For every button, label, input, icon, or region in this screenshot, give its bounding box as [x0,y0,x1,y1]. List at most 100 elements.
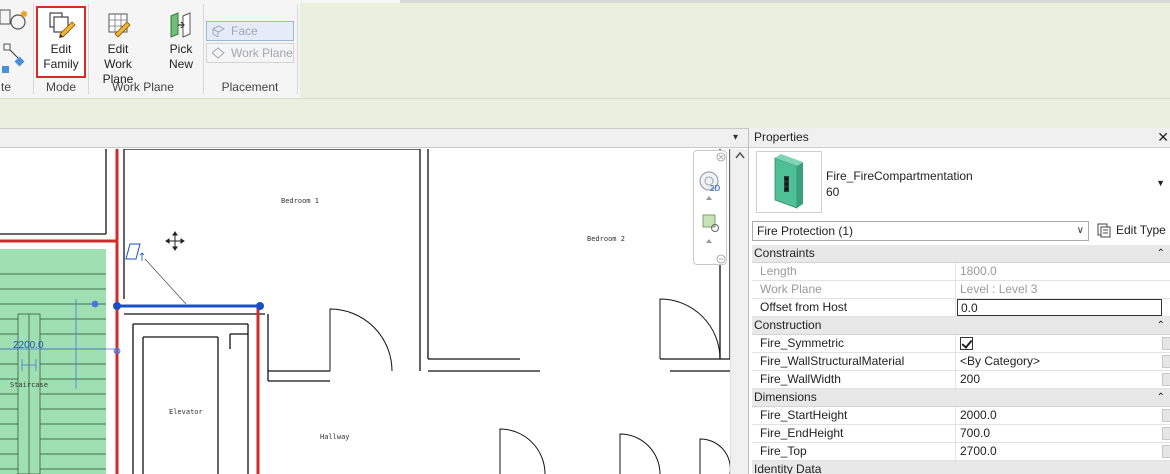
edit-work-plane-button[interactable]: Edit Work Plane [88,6,148,86]
type-selector[interactable]: Fire_FireCompartmentation 60 ▼ [752,150,1170,216]
property-name: Work Plane [752,281,956,298]
panel-label-create: te [0,80,11,94]
group-label: Constraints [754,246,815,260]
room-label-bedroom-1: Bedroom 1 [281,197,319,205]
vertical-scrollbar[interactable] [730,149,748,474]
parameter-association-button[interactable] [1162,427,1170,440]
parameter-association-button[interactable] [1162,445,1170,458]
property-value[interactable]: 200 [957,371,1162,388]
ribbon-options-bar [0,98,1170,128]
placement-face-option[interactable]: Face [206,21,294,41]
move-cursor-icon [165,231,185,251]
offset-from-host-input[interactable]: 0.0 [957,299,1162,316]
property-row-offset-from-host[interactable]: Offset from Host 0.0 [752,299,1170,317]
edit-family-icon [49,12,76,38]
group-label: Identity Data [754,462,822,474]
property-name: Offset from Host [752,299,956,316]
property-row-end-height[interactable]: Fire_EndHeight 700.0 [752,425,1170,443]
instance-filter-dropdown[interactable]: Fire Protection (1) ∨ [752,221,1089,241]
scroll-up-arrow-icon[interactable] [735,151,745,159]
navigation-bar-tools [699,152,726,264]
group-header-constraints[interactable]: Constraints ⌃ [752,245,1170,263]
type-name: 60 [826,185,840,199]
property-row-top[interactable]: Fire_Top 2700.0 [752,443,1170,461]
modify-tools-icon[interactable] [0,6,30,76]
placement-face-label: Face [231,24,258,38]
property-value: Level : Level 3 [960,282,1038,296]
edit-family-label-1: Edit [50,42,72,56]
property-value: 1800.0 [960,264,997,278]
property-name: Fire_Top [752,443,956,460]
view-menu-arrow[interactable]: ▾ [733,132,738,143]
parameter-association-button[interactable] [1162,409,1170,422]
property-name: Fire_WallStructuralMaterial [752,353,956,370]
group-label: Construction [754,318,822,332]
group-header-construction[interactable]: Construction ⌃ [752,317,1170,335]
property-value[interactable] [957,335,1162,352]
properties-title: Properties [754,130,809,144]
drawing-canvas[interactable]: Bedroom 1 Bedroom 2 Elevator Hallway Sta… [0,149,730,474]
property-row-start-height[interactable]: Fire_StartHeight 2000.0 [752,407,1170,425]
property-name: Fire_WallWidth [752,371,956,388]
fire-symmetric-checkbox[interactable] [960,337,973,350]
property-value[interactable]: 2000.0 [957,407,1162,424]
selected-fire-protection-element[interactable] [113,243,264,310]
nav-2d-label[interactable]: 2D [710,184,720,193]
collapse-icon[interactable]: ⌃ [1157,245,1165,262]
parameter-association-button[interactable] [1162,373,1170,386]
edit-family-button[interactable]: Edit Family [36,6,86,78]
placement-work-plane-label: Work Plane [231,46,293,60]
navigation-bar: 2D [693,150,727,265]
room-label-hallway: Hallway [320,433,350,441]
parameter-association-button[interactable] [1162,337,1170,350]
properties-title-bar: Properties ✕ [749,128,1170,148]
property-row-length: Length 1800.0 [752,263,1170,281]
ribbon-background [300,3,1170,98]
walls [0,149,730,474]
group-label: Dimensions [754,390,817,404]
chevron-down-icon: ∨ [1076,225,1084,236]
edit-type-icon [1097,223,1111,238]
group-header-dimensions[interactable]: Dimensions ⌃ [752,389,1170,407]
panel-separator [33,4,34,94]
edit-work-plane-label-1: Edit [107,42,129,56]
property-value[interactable]: 700.0 [957,425,1162,442]
close-properties-button[interactable]: ✕ [1157,128,1169,147]
pick-new-label-2: New [168,57,193,71]
property-value[interactable]: 2700.0 [957,443,1162,460]
type-name-block: Fire_FireCompartmentation 60 [826,168,973,200]
floor-plan[interactable] [0,149,730,474]
pick-new-button[interactable]: Pick New [160,6,202,78]
parameter-association-button[interactable] [1162,355,1170,368]
property-name: Fire_StartHeight [752,407,956,424]
staircase-room-fill [0,249,106,474]
work-plane-option-icon [212,47,225,59]
view-header-bar: ▾ [0,128,748,148]
room-label-bedroom-2: Bedroom 2 [587,235,625,243]
placement-work-plane-option[interactable]: Work Plane [206,43,294,63]
group-header-identity-data[interactable]: Identity Data [752,461,1170,474]
properties-palette: Properties ✕ Fire_FireCompartmentation 6… [748,128,1170,474]
fire-family-preview-icon [774,154,803,209]
collapse-icon[interactable]: ⌃ [1157,389,1165,406]
pick-new-label-1: Pick [169,42,193,56]
property-row-wall-width[interactable]: Fire_WallWidth 200 [752,371,1170,389]
property-name: Fire_Symmetric [752,335,956,352]
family-name: Fire_FireCompartmentation [826,169,973,183]
property-row-work-plane: Work Plane Level : Level 3 [752,281,1170,299]
type-dropdown-arrow-icon[interactable]: ▼ [1156,178,1165,188]
edit-type-button[interactable]: Edit Type [1094,221,1170,241]
panel-label-work-plane: Work Plane [112,80,174,94]
instance-filter-label: Fire Protection (1) [757,224,854,238]
property-row-fire-symmetric[interactable]: Fire_Symmetric [752,335,1170,353]
pick-new-icon [170,12,191,38]
property-value[interactable]: <By Category> [957,353,1162,370]
properties-table: Constraints ⌃ Length 1800.0 Work Plane L… [752,245,1170,474]
room-label-elevator: Elevator [169,408,203,416]
property-row-wall-structural-material[interactable]: Fire_WallStructuralMaterial <By Category… [752,353,1170,371]
door-swings [329,298,730,474]
collapse-icon[interactable]: ⌃ [1157,317,1165,334]
dimension-value[interactable]: 2200.0 [13,340,44,351]
face-icon [212,25,225,37]
ribbon: te Edit Family Edit Work Plane Pick New [0,0,1170,98]
